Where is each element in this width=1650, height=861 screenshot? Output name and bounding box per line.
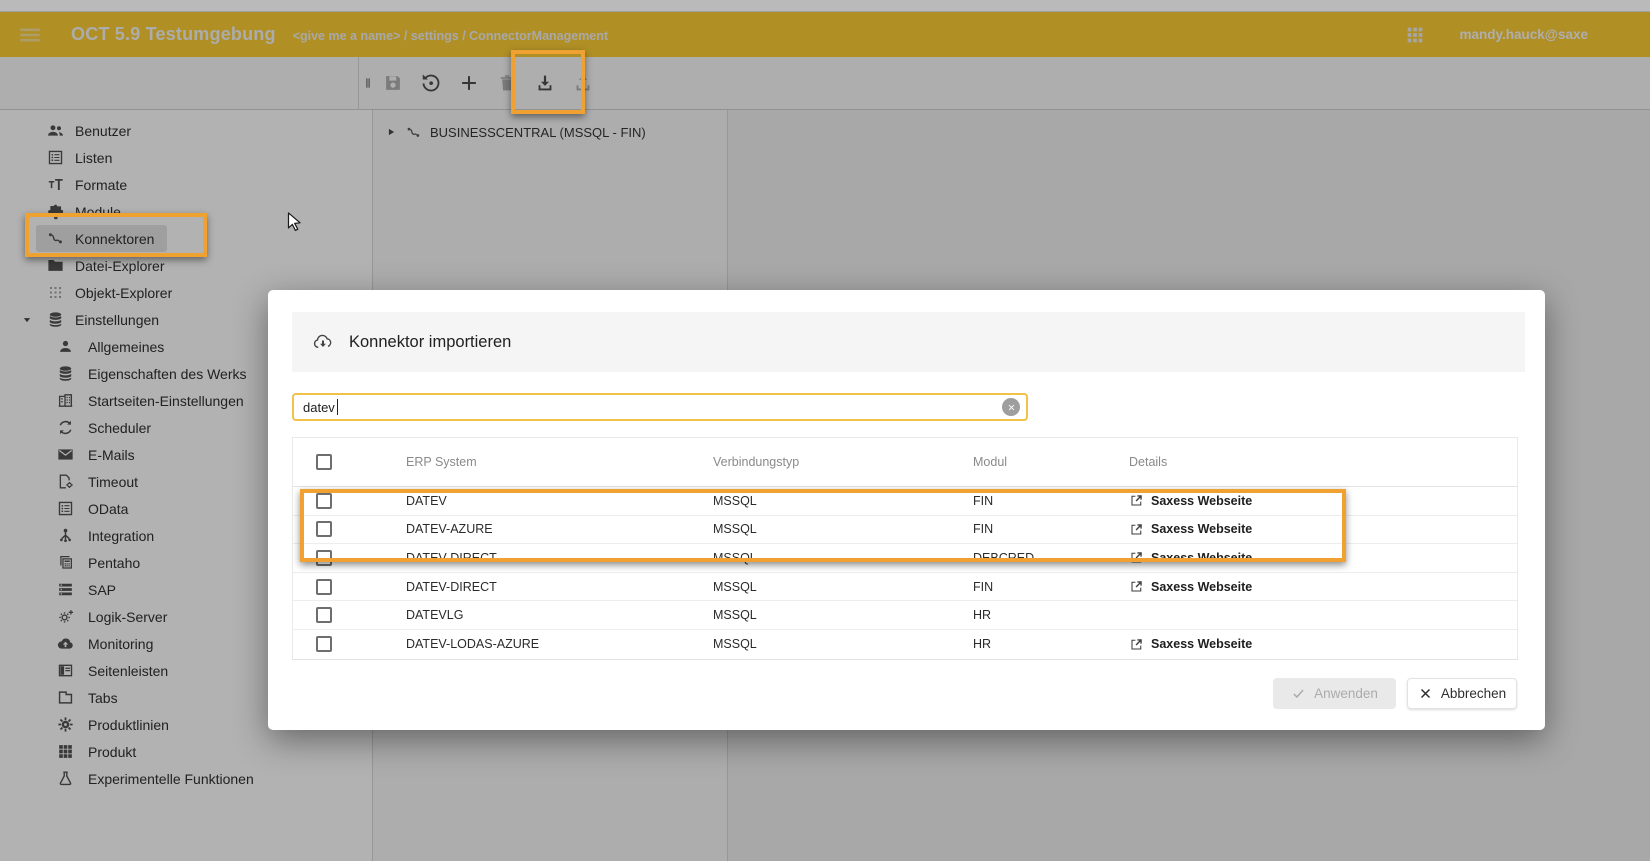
dialog-header: Konnektor importieren	[292, 312, 1525, 372]
details-link[interactable]: Saxess Webseite	[1151, 551, 1252, 565]
cloud-import-icon	[312, 331, 334, 353]
cell-modul: DEBCRED	[973, 551, 1129, 565]
table-row-datev-direct-fin[interactable]: DATEV-DIRECTMSSQLFIN Saxess Webseite	[293, 573, 1517, 602]
connector-table: ERP SystemVerbindungstypModulDetailsDATE…	[292, 437, 1518, 660]
cell-details: Saxess Webseite	[1129, 522, 1517, 537]
row-checkbox[interactable]	[316, 579, 332, 595]
row-checkbox[interactable]	[316, 521, 332, 537]
import-connector-dialog: Konnektor importieren ERP SystemVerbindu…	[268, 290, 1545, 730]
cell-modul: FIN	[973, 494, 1129, 508]
search-input[interactable]	[294, 395, 1026, 419]
cell-verbindungstyp: MSSQL	[713, 551, 973, 565]
apply-button[interactable]: Anwenden	[1273, 678, 1396, 709]
cell-verbindungstyp: MSSQL	[713, 580, 973, 594]
text-caret	[337, 399, 338, 415]
search-field	[292, 393, 1028, 421]
cell-erp-system: DATEVLG	[406, 608, 713, 622]
cell-details: Saxess Webseite	[1129, 637, 1517, 652]
details-link[interactable]: Saxess Webseite	[1151, 637, 1252, 651]
external-link-icon	[1129, 637, 1144, 652]
column-header-verbindungstyp: Verbindungstyp	[713, 455, 973, 469]
details-link[interactable]: Saxess Webseite	[1151, 494, 1252, 508]
external-link-icon	[1129, 579, 1144, 594]
row-checkbox[interactable]	[316, 493, 332, 509]
row-checkbox[interactable]	[316, 550, 332, 566]
clear-search-button[interactable]	[1002, 398, 1020, 416]
cell-erp-system: DATEV-LODAS-AZURE	[406, 637, 713, 651]
close-icon	[1007, 403, 1016, 412]
external-link-icon	[1129, 493, 1144, 508]
cancel-button[interactable]: Abbrechen	[1407, 678, 1517, 709]
cell-erp-system: DATEV-DIRECT	[406, 580, 713, 594]
table-row-datev-azure-fin[interactable]: DATEV-AZUREMSSQLFIN Saxess Webseite	[293, 516, 1517, 545]
table-row-datev-fin[interactable]: DATEVMSSQLFIN Saxess Webseite	[293, 487, 1517, 516]
row-checkbox[interactable]	[316, 636, 332, 652]
cell-modul: FIN	[973, 522, 1129, 536]
cell-details: Saxess Webseite	[1129, 579, 1517, 594]
dialog-title: Konnektor importieren	[349, 333, 511, 352]
row-checkbox[interactable]	[316, 607, 332, 623]
external-link-icon	[1129, 550, 1144, 565]
cell-verbindungstyp: MSSQL	[713, 522, 973, 536]
table-row-datev-direct-debcred[interactable]: DATEV-DIRECTMSSQLDEBCRED Saxess Webseite	[293, 544, 1517, 573]
column-header-modul: Modul	[973, 455, 1129, 469]
cell-modul: HR	[973, 608, 1129, 622]
apply-button-label: Anwenden	[1314, 686, 1378, 701]
cell-modul: FIN	[973, 580, 1129, 594]
cell-verbindungstyp: MSSQL	[713, 608, 973, 622]
external-link-icon	[1129, 522, 1144, 537]
cell-verbindungstyp: MSSQL	[713, 494, 973, 508]
cell-details: Saxess Webseite	[1129, 550, 1517, 565]
app-window: OCT 5.9 Testumgebung <give me a name> / …	[0, 0, 1650, 861]
cancel-button-label: Abbrechen	[1441, 686, 1506, 701]
column-header-details: Details	[1129, 455, 1517, 469]
table-row-datev-lodas-azure-hr[interactable]: DATEV-LODAS-AZUREMSSQLHR Saxess Webseite	[293, 630, 1517, 659]
cell-erp-system: DATEV-DIRECT	[406, 551, 713, 565]
column-header-erp-system: ERP System	[406, 455, 713, 469]
close-icon	[1418, 686, 1433, 701]
table-header-row: ERP SystemVerbindungstypModulDetails	[293, 438, 1517, 487]
details-link[interactable]: Saxess Webseite	[1151, 522, 1252, 536]
cell-modul: HR	[973, 637, 1129, 651]
check-icon	[1291, 686, 1306, 701]
cell-erp-system: DATEV	[406, 494, 713, 508]
select-all-checkbox[interactable]	[316, 454, 332, 470]
cell-verbindungstyp: MSSQL	[713, 637, 973, 651]
cell-erp-system: DATEV-AZURE	[406, 522, 713, 536]
table-row-datevlg-hr[interactable]: DATEVLGMSSQLHR	[293, 601, 1517, 630]
details-link[interactable]: Saxess Webseite	[1151, 580, 1252, 594]
cell-details: Saxess Webseite	[1129, 493, 1517, 508]
